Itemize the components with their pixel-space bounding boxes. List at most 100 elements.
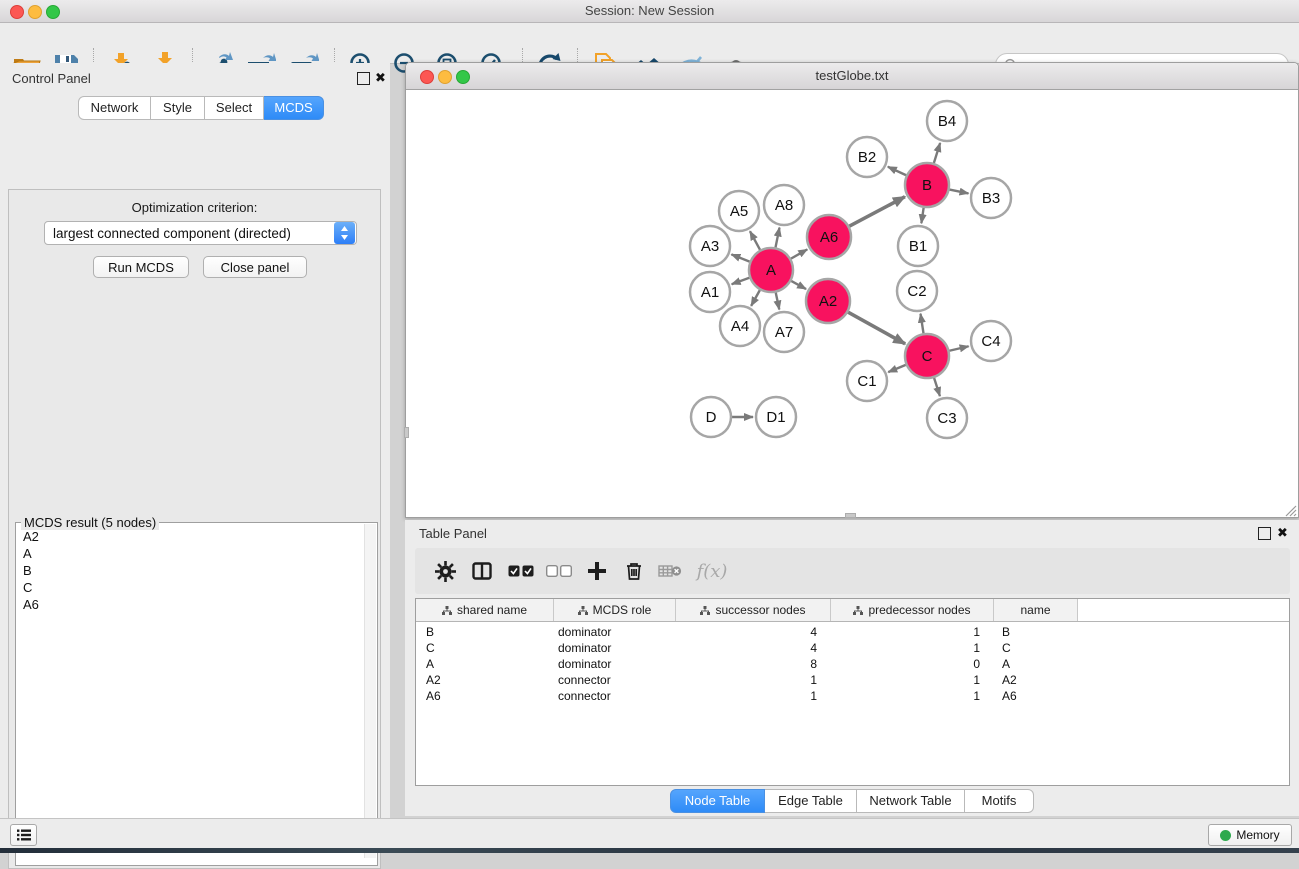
graph-edge[interactable]	[888, 365, 906, 372]
column-header-predecessor-nodes[interactable]: predecessor nodes	[831, 599, 994, 621]
table-cell[interactable]: A	[994, 657, 1078, 671]
memory-button[interactable]: Memory	[1208, 824, 1292, 846]
graph-edge[interactable]	[751, 290, 760, 306]
table-cell[interactable]: 0	[831, 657, 994, 671]
table-cell[interactable]: 1	[831, 673, 994, 687]
canvas-left-nub[interactable]	[404, 427, 409, 438]
tab-edge-table[interactable]: Edge Table	[765, 789, 857, 813]
resize-grip-icon[interactable]	[1283, 503, 1297, 517]
status-bar: Memory	[0, 818, 1299, 849]
show-panels-button[interactable]	[10, 824, 37, 846]
select-all-rows-icon[interactable]	[507, 558, 535, 584]
delete-rows-icon[interactable]	[620, 558, 648, 584]
app-title-bar: Session: New Session	[0, 0, 1299, 23]
graph-edge[interactable]	[950, 190, 969, 194]
graph-edge[interactable]	[888, 167, 906, 176]
table-cell[interactable]: 1	[831, 625, 994, 639]
graph-edge[interactable]	[791, 249, 807, 258]
table-row[interactable]: Bdominator41B	[416, 624, 1289, 640]
graph-edge[interactable]	[791, 281, 806, 289]
column-header-successor-nodes[interactable]: successor nodes	[676, 599, 831, 621]
delete-table-icon[interactable]	[656, 558, 684, 584]
table-row[interactable]: A6connector11A6	[416, 688, 1289, 704]
table-cell[interactable]: A2	[416, 673, 554, 687]
table-cell[interactable]: connector	[554, 689, 676, 703]
mcds-result-item[interactable]: A	[16, 545, 377, 562]
table-cell[interactable]: connector	[554, 673, 676, 687]
table-tab-bar: Node Table Edge Table Network Table Moti…	[670, 789, 1034, 813]
graph-node-label: A8	[775, 197, 793, 214]
table-panel-close-button[interactable]: ✖	[1277, 525, 1288, 541]
table-cell[interactable]: 1	[676, 689, 831, 703]
table-row[interactable]: Cdominator41C	[416, 640, 1289, 656]
table-cell[interactable]: A6	[994, 689, 1078, 703]
show-columns-icon[interactable]	[468, 558, 496, 584]
table-cell[interactable]: 1	[831, 689, 994, 703]
graph-node-label: B2	[858, 149, 876, 166]
table-cell[interactable]: dominator	[554, 641, 676, 655]
control-panel-close-button[interactable]: ✖	[375, 70, 386, 86]
table-row[interactable]: A2connector11A2	[416, 672, 1289, 688]
control-panel-float-button[interactable]	[357, 72, 370, 90]
tab-node-table[interactable]: Node Table	[670, 789, 765, 813]
table-cell[interactable]: C	[416, 641, 554, 655]
graph-edge[interactable]	[731, 254, 749, 261]
tab-style[interactable]: Style	[151, 96, 205, 120]
column-label: successor nodes	[715, 603, 805, 617]
canvas-bottom-nub[interactable]	[845, 513, 856, 518]
graph-edge[interactable]	[776, 293, 780, 310]
graph-edge[interactable]	[848, 312, 905, 344]
settings-icon[interactable]	[431, 558, 459, 584]
graph-edge[interactable]	[776, 228, 780, 248]
table-cell[interactable]: dominator	[554, 657, 676, 671]
table-cell[interactable]: B	[994, 625, 1078, 639]
table-row[interactable]: Adominator80A	[416, 656, 1289, 672]
table-cell[interactable]: dominator	[554, 625, 676, 639]
graph-node-label: A1	[701, 284, 719, 301]
graph-edge[interactable]	[849, 197, 905, 227]
tab-mcds[interactable]: MCDS	[264, 96, 324, 120]
table-cell[interactable]: C	[994, 641, 1078, 655]
application-window: { "window": { "title": "Session: New Ses…	[0, 0, 1299, 853]
table-cell[interactable]: 4	[676, 625, 831, 639]
hierarchy-icon	[853, 606, 863, 615]
network-window-title-bar[interactable]: testGlobe.txt	[406, 63, 1298, 90]
tab-network-table[interactable]: Network Table	[857, 789, 965, 813]
column-label: shared name	[457, 603, 527, 617]
mcds-result-item[interactable]: C	[16, 579, 377, 596]
graph-edge[interactable]	[750, 231, 760, 250]
add-row-icon[interactable]	[583, 558, 611, 584]
graph-node-label: A4	[731, 318, 749, 335]
column-header-mcds-role[interactable]: MCDS role	[554, 599, 676, 621]
tab-motifs[interactable]: Motifs	[965, 789, 1034, 813]
table-cell[interactable]: 1	[676, 673, 831, 687]
graph-edge[interactable]	[934, 143, 940, 163]
close-panel-button[interactable]: Close panel	[203, 256, 307, 278]
table-cell[interactable]: 1	[831, 641, 994, 655]
mcds-result-item[interactable]: B	[16, 562, 377, 579]
column-header-shared-name[interactable]: shared name	[416, 599, 554, 621]
graph-edge[interactable]	[920, 314, 923, 334]
run-mcds-button[interactable]: Run MCDS	[93, 256, 189, 278]
column-header-name[interactable]: name	[994, 599, 1078, 621]
mcds-result-item[interactable]: A6	[16, 596, 377, 613]
network-canvas[interactable]: B4B2BB3A5A8A6B1A3AC2A1A2A4A7C4CC1C3DD1	[406, 90, 1298, 517]
graph-edge[interactable]	[949, 346, 968, 351]
tab-select[interactable]: Select	[205, 96, 264, 120]
tab-network[interactable]: Network	[78, 96, 151, 120]
optimization-criterion-dropdown[interactable]: largest connected component (directed)	[44, 221, 357, 245]
table-cell[interactable]: A	[416, 657, 554, 671]
mcds-result-item[interactable]: A2	[16, 528, 377, 545]
result-scrollbar[interactable]	[364, 524, 376, 858]
graph-edge[interactable]	[921, 208, 923, 223]
table-cell[interactable]: 4	[676, 641, 831, 655]
graph-edge[interactable]	[934, 378, 940, 396]
table-cell[interactable]: 8	[676, 657, 831, 671]
function-builder-icon[interactable]: f(x)	[693, 558, 731, 584]
table-cell[interactable]: B	[416, 625, 554, 639]
graph-edge[interactable]	[732, 278, 750, 284]
table-panel-float-button[interactable]	[1258, 527, 1271, 545]
deselect-all-rows-icon[interactable]	[545, 558, 573, 584]
table-cell[interactable]: A2	[994, 673, 1078, 687]
table-cell[interactable]: A6	[416, 689, 554, 703]
